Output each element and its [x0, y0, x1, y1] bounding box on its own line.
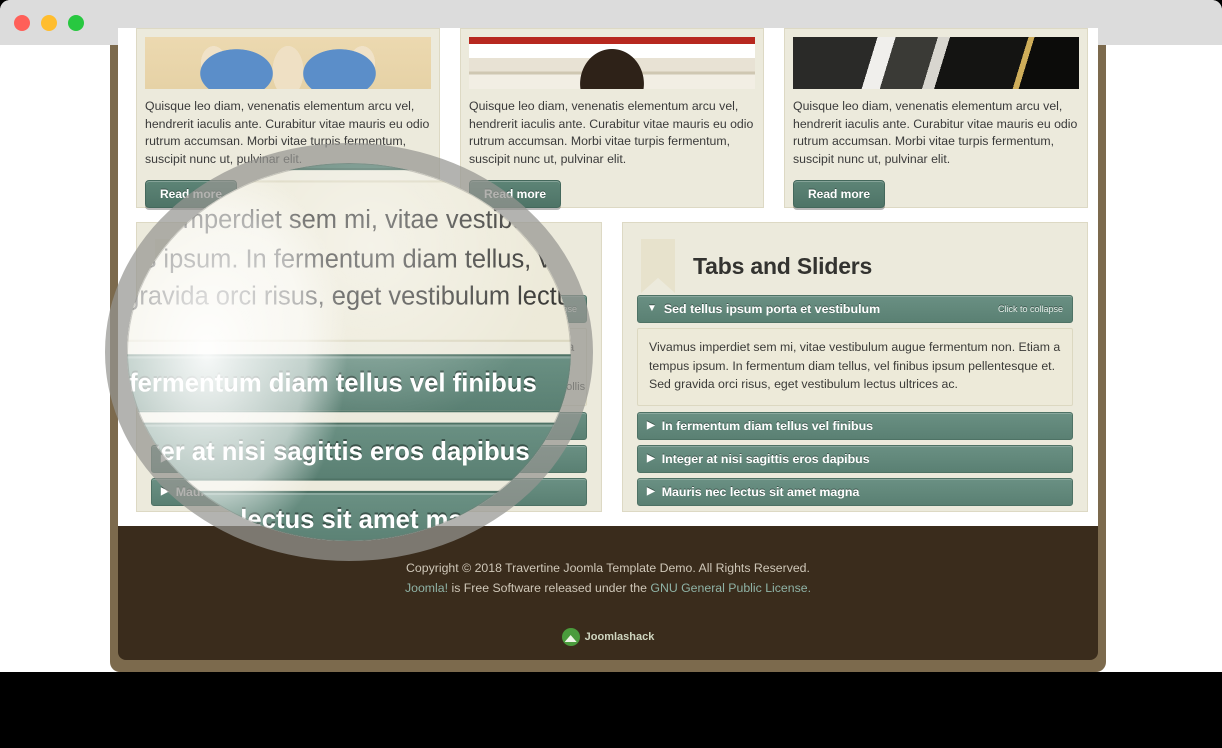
accordion-label: Mauris nec lectus sit amet magna [661, 484, 860, 499]
joomlashack-logo-icon [561, 628, 580, 646]
copyright-text: Copyright © 2018 Travertine Joomla Templ… [406, 561, 810, 575]
chevron-down-icon: ▼ [161, 303, 171, 314]
gpl-license-link[interactable]: GNU General Public License. [650, 581, 811, 595]
site-footer: Copyright © 2018 Travertine Joomla Templ… [118, 526, 1098, 660]
joomlashack-label: Joomlashack [584, 631, 655, 643]
joomlashack-brand[interactable]: Joomlashack [561, 628, 655, 646]
license-text: Joomla! is Free Software released under … [118, 578, 1098, 598]
accordion-label: Integer at nisi sagittis eros dapibus [175, 451, 384, 466]
module-header: Tabs and Sliders [151, 237, 587, 295]
chevron-down-icon: ▼ [647, 303, 657, 314]
accordion-header-1[interactable]: ▶ In fermentum diam tellus vel finibus [637, 411, 1073, 440]
maximize-button[interactable] [68, 15, 84, 31]
accordion-header-3[interactable]: ▶ Mauris nec lectus sit amet magna [151, 477, 587, 506]
accordion-label: Mauris nec lectus sit amet magna [175, 484, 374, 499]
chevron-right-icon: ▶ [647, 419, 655, 431]
chevron-right-icon: ▶ [161, 419, 169, 431]
article-intro-text: Quisque leo diam, venenatis elementum ar… [145, 99, 430, 166]
accordion-module-left: Tabs and Sliders ▼ Sed tellus ipsum port… [136, 222, 602, 512]
accordion-header-0[interactable]: ▼ Sed tellus ipsum porta et vestibulum C… [151, 295, 587, 323]
accordion-header-1[interactable]: ▶ In fermentum diam tellus vel finibus [151, 411, 587, 440]
read-more-button[interactable]: Read more [793, 180, 886, 208]
obscured-text-fragment: nollis [560, 381, 586, 393]
accordion-label: In fermentum diam tellus vel finibus [661, 418, 874, 433]
module-header: Tabs and Sliders [637, 237, 1073, 295]
accordion-header-2[interactable]: ▶ Integer at nisi sagittis eros dapibus [151, 444, 587, 473]
chevron-right-icon: ▶ [161, 485, 169, 497]
close-button[interactable] [14, 15, 30, 31]
browser-window: Quisque leo diam, venenatis elementum ar… [0, 0, 1222, 672]
article-image-subway [469, 37, 755, 89]
read-more-button[interactable]: Read more [145, 180, 238, 208]
accordion-hint: Click to collapse [997, 304, 1063, 314]
accordion-label: Sed tellus ipsum porta et vestibulum [177, 302, 395, 316]
joomla-link[interactable]: Joomla! [405, 581, 448, 595]
accordion-module-right: Tabs and Sliders ▼ Sed tellus ipsum port… [622, 222, 1088, 512]
window-controls[interactable] [14, 15, 84, 31]
article-card-list: Quisque leo diam, venenatis elementum ar… [136, 28, 1088, 208]
accordion-label: In fermentum diam tellus vel finibus [175, 418, 388, 433]
minimize-button[interactable] [41, 15, 57, 31]
license-middle: is Free Software released under the [448, 581, 651, 595]
module-title: Tabs and Sliders [207, 252, 387, 279]
chevron-right-icon: ▶ [647, 485, 655, 497]
accordion-header-2[interactable]: ▶ Integer at nisi sagittis eros dapibus [637, 444, 1073, 473]
accordion-hint: Click to collapse [511, 304, 577, 314]
accordion-header-3[interactable]: ▶ Mauris nec lectus sit amet magna [637, 477, 1073, 506]
accordion-header-0[interactable]: ▼ Sed tellus ipsum porta et vestibulum C… [637, 295, 1073, 323]
article-card[interactable]: Quisque leo diam, venenatis elementum ar… [460, 28, 764, 208]
accordion-label: Integer at nisi sagittis eros dapibus [661, 451, 870, 466]
accordion-body-0: Vivamus imperdiet sem mi, vitae vestibul… [637, 328, 1073, 406]
module-row: Tabs and Sliders ▼ Sed tellus ipsum port… [136, 222, 1088, 512]
accordion-label: Sed tellus ipsum porta et vestibulum [663, 302, 881, 316]
article-intro-text: Quisque leo diam, venenatis elementum ar… [469, 99, 754, 166]
article-card[interactable]: Quisque leo diam, venenatis elementum ar… [784, 28, 1088, 208]
read-more-button[interactable]: Read more [469, 180, 562, 208]
chevron-right-icon: ▶ [647, 452, 655, 464]
bookmark-ribbon-icon [155, 239, 189, 293]
bookmark-ribbon-icon [641, 239, 675, 293]
accordion-body-0: Vivamus imperdiet sem mi, vitae vestibul… [151, 328, 587, 406]
article-image-doctors [145, 37, 431, 89]
article-intro-text: Quisque leo diam, venenatis elementum ar… [793, 99, 1078, 166]
article-card[interactable]: Quisque leo diam, venenatis elementum ar… [136, 28, 440, 208]
article-image-railway [793, 37, 1079, 89]
chevron-right-icon: ▶ [161, 452, 169, 464]
module-title: Tabs and Sliders [693, 252, 873, 279]
